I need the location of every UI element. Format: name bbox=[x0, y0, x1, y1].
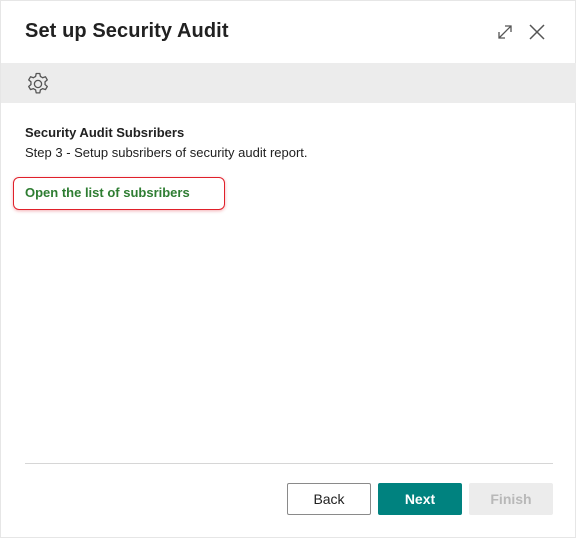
close-icon bbox=[529, 24, 545, 40]
close-button[interactable] bbox=[524, 19, 550, 45]
next-button[interactable]: Next bbox=[378, 483, 462, 515]
step-description: Step 3 - Setup subsribers of security au… bbox=[25, 145, 308, 160]
gear-icon bbox=[28, 72, 48, 94]
open-subscribers-link[interactable]: Open the list of subsribers bbox=[25, 185, 190, 200]
footer-divider bbox=[25, 463, 553, 464]
expand-icon bbox=[498, 25, 512, 39]
expand-button[interactable] bbox=[492, 19, 518, 45]
setup-dialog: Set up Security Audit Security Audit Sub… bbox=[0, 0, 576, 538]
section-heading: Security Audit Subsribers bbox=[25, 125, 185, 140]
settings-button[interactable] bbox=[25, 71, 51, 97]
finish-button: Finish bbox=[469, 483, 553, 515]
dialog-title: Set up Security Audit bbox=[25, 20, 229, 42]
action-bar bbox=[1, 63, 576, 103]
back-button[interactable]: Back bbox=[287, 483, 371, 515]
